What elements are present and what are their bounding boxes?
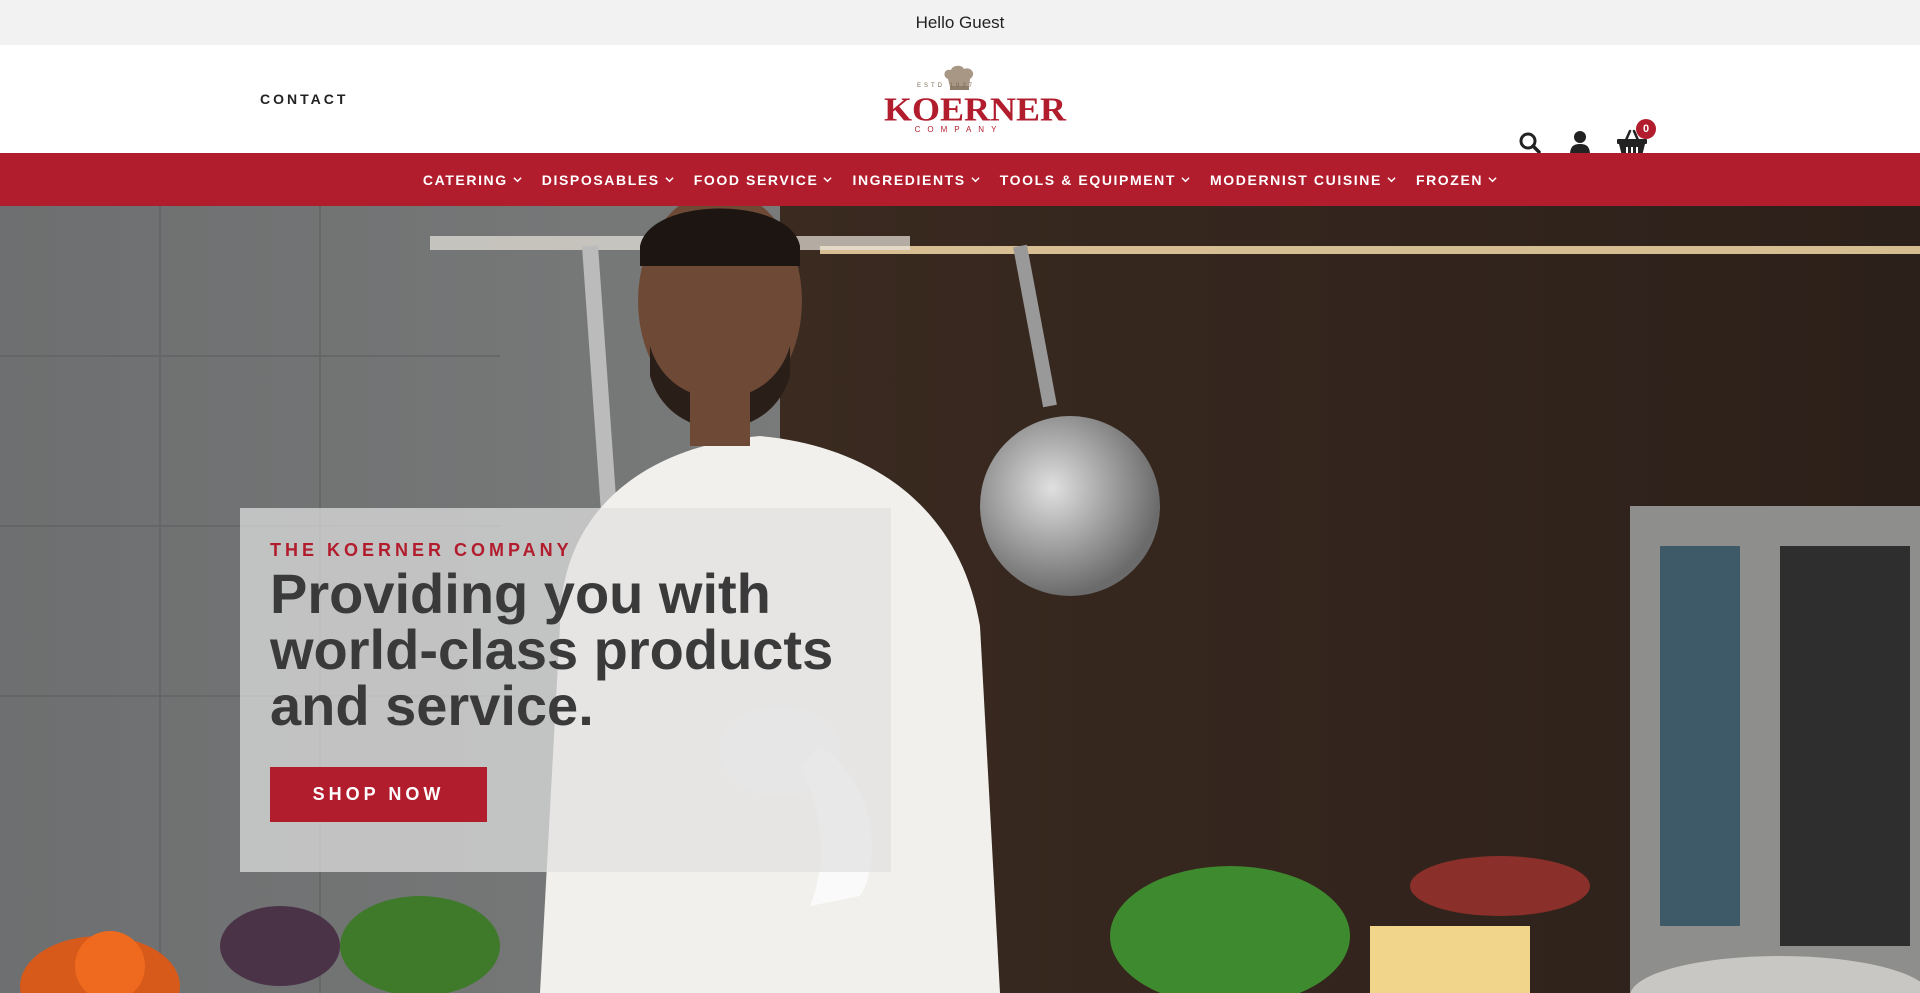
chevron-down-icon [1387, 177, 1396, 183]
logo-wordmark: KOERNER [884, 90, 1067, 128]
logo-company: COMPANY [914, 125, 1004, 134]
cart-count-badge: 0 [1636, 119, 1656, 139]
nav-item-label: MODERNIST CUISINE [1210, 171, 1382, 188]
logo-established: ESTD 1937 [917, 83, 976, 89]
nav-item-label: FOOD SERVICE [693, 171, 819, 188]
contact-link[interactable]: CONTACT [260, 91, 348, 107]
nav-item-label: FROZEN [1415, 171, 1484, 188]
nav-item-label: INGREDIENTS [852, 171, 966, 188]
announcement-text: Hello Guest [915, 12, 1005, 32]
nav-item-disposables[interactable]: DISPOSABLES [542, 172, 674, 188]
chevron-down-icon [971, 177, 980, 183]
nav-item-tools-equipment[interactable]: TOOLS & EQUIPMENT [1000, 172, 1190, 188]
chevron-down-icon [1181, 177, 1190, 183]
shop-now-button[interactable]: SHOP NOW [270, 767, 487, 822]
nav-item-label: CATERING [422, 171, 508, 188]
chevron-down-icon [823, 177, 833, 183]
chevron-down-icon [1488, 177, 1497, 183]
chevron-down-icon [665, 177, 674, 183]
nav-item-food-service[interactable]: FOOD SERVICE [694, 172, 833, 188]
nav-item-catering[interactable]: CATERING [423, 172, 522, 188]
nav-item-label: TOOLS & EQUIPMENT [999, 171, 1177, 188]
site-header: CONTACT ESTD 1937 KOERNER COMPANY 0 [0, 45, 1920, 156]
hero-eyebrow: THE KOERNER COMPANY [270, 540, 573, 560]
hero-banner: THE KOERNER COMPANY Providing you with w… [0, 206, 1920, 993]
search-icon [1519, 132, 1541, 154]
main-nav: CATERING DISPOSABLES FOOD SERVICE INGRED… [0, 153, 1920, 206]
brand-logo[interactable]: ESTD 1937 KOERNER COMPANY [884, 65, 1067, 137]
search-button[interactable] [1518, 131, 1542, 155]
hero-text-panel: THE KOERNER COMPANY Providing you with w… [240, 508, 891, 872]
chevron-down-icon [513, 177, 522, 183]
nav-item-ingredients[interactable]: INGREDIENTS [852, 171, 980, 188]
hero-headline: Providing you with world-class products … [270, 562, 834, 737]
nav-item-frozen[interactable]: FROZEN [1416, 172, 1497, 188]
nav-item-label: DISPOSABLES [541, 171, 660, 188]
announcement-bar: Hello Guest [0, 0, 1920, 45]
nav-item-modernist-cuisine[interactable]: MODERNIST CUISINE [1210, 172, 1396, 188]
